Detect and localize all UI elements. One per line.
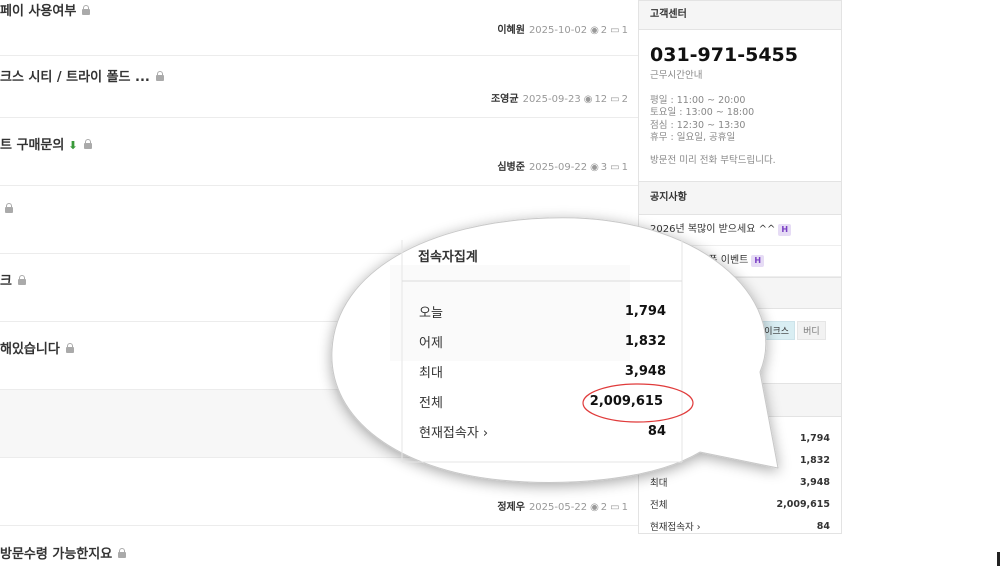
hours-line: 휴무 : 일요일, 공휴일 (650, 132, 736, 143)
zoom-stat-row: 전체 2,009,615 (419, 393, 663, 411)
customer-phone[interactable]: 031-971-5455 (639, 30, 841, 70)
visit-note: 방문전 미리 전화 부탁드립니다. (650, 154, 776, 166)
list-item[interactable]: 정제우 2025-05-22 ◉ 2 ▭ 1 (0, 458, 638, 526)
eye-icon: ◉ (590, 502, 599, 513)
zoom-current-visitors-link[interactable]: 현재접속자 › 84 (404, 416, 682, 446)
comment-count: 1 (621, 502, 628, 513)
post-meta: 정제우 2025-05-22 ◉ 2 ▭ 1 (497, 498, 628, 513)
view-count: 12 (594, 94, 608, 105)
current-visitors-link[interactable]: 현재접속자 › 84 (639, 515, 841, 537)
stat-row: 어제 1,832 (650, 454, 830, 468)
comment-icon: ▭ (610, 94, 620, 105)
hours-line: 점심 : 12:30 ~ 13:30 (650, 119, 746, 131)
eye-icon: ◉ (590, 162, 599, 173)
post-meta: 이혜원 2025-10-02 ◉ 2 ▭ 1 (497, 21, 628, 36)
comment-icon: ▭ (610, 162, 620, 173)
hours-line: 평일 : 11:00 ~ 20:00 (650, 94, 746, 106)
eye-icon: ◉ (583, 94, 593, 105)
post-title[interactable]: 크스 시티 / 트라이 폴드 ... (0, 66, 165, 85)
comment-count: 2 (621, 94, 628, 105)
stat-row: 최대 3,948 (650, 476, 830, 490)
hot-badge: H (778, 224, 792, 236)
list-item[interactable]: 페이 사용여부 이혜원 2025-10-02 ◉ 2 ▭ 1 (0, 0, 638, 56)
post-date: 2025-10-02 (528, 25, 588, 36)
post-title[interactable]: 크 (0, 270, 27, 289)
comment-icon: ▭ (610, 25, 620, 36)
post-author[interactable]: 정제우 (497, 502, 525, 513)
list-item[interactable]: 트 구매문의 ⬇ 심병준 2025-09-22 ◉ 3 ▭ 1 (0, 118, 638, 186)
post-author[interactable]: 이혜원 (497, 25, 525, 36)
zoom-title: 접속자집계 (418, 250, 478, 265)
zoom-stat-row: 어제 1,832 (419, 333, 666, 351)
download-icon: ⬇ (68, 139, 78, 152)
lock-icon (65, 343, 75, 354)
comment-count: 1 (621, 162, 628, 173)
stat-row: 전체 2,009,615 (650, 498, 830, 512)
zoom-stat-row: 오늘 1,794 (419, 303, 666, 321)
zoomed-visitor-stats: 접속자집계 오늘 1,794 어제 1,832 최대 3,948 전체 2,009,61… (404, 240, 682, 446)
post-date: 2025-09-22 (528, 162, 588, 173)
lock-icon (83, 139, 93, 150)
list-item[interactable]: 크스 시티 / 트라이 폴드 ... 조영균 2025-09-23 ◉ 12 ▭ 2 (0, 50, 638, 118)
post-date: 2025-05-22 (528, 502, 588, 513)
post-title[interactable]: 트 구매문의 ⬇ (0, 134, 93, 153)
eye-icon: ◉ (590, 25, 599, 36)
hours-title: 근무시간안내 (650, 70, 703, 81)
list-item[interactable]: 방문수령 가능한지요 (0, 526, 638, 566)
view-count: 2 (600, 502, 608, 513)
search-tag[interactable]: 매디슨 (680, 321, 718, 340)
lock-icon (81, 5, 91, 16)
lock-icon (4, 203, 14, 214)
post-title[interactable]: 해있습니다 (0, 338, 75, 357)
zoom-stat-row: 최대 3,948 (419, 363, 666, 381)
post-title[interactable] (0, 202, 14, 217)
search-tag[interactable]: 바이크스 (749, 321, 796, 340)
lock-icon (17, 275, 27, 286)
post-date: 2025-09-23 (522, 94, 581, 105)
hot-badge: H (751, 255, 765, 267)
customer-center-title: 고객센터 (639, 0, 841, 30)
search-tag[interactable]: 버디 (797, 321, 826, 340)
post-meta: 조영균 2025-09-23 ◉ 12 ▭ 2 (491, 90, 628, 105)
lock-icon (155, 71, 165, 82)
post-author[interactable]: 심병준 (497, 162, 525, 173)
comment-icon: ▭ (610, 502, 620, 513)
search-tag[interactable]: 벌타 (719, 321, 748, 340)
view-count: 3 (600, 162, 608, 173)
hours-line: 토요일 : 13:00 ~ 18:00 (650, 107, 755, 118)
comment-count: 1 (621, 25, 628, 36)
post-title[interactable]: 페이 사용여부 (0, 0, 91, 19)
notice-title: 공지사항 (639, 181, 841, 215)
view-count: 2 (600, 25, 608, 36)
search-tag[interactable]: Air (680, 349, 705, 365)
lock-icon (117, 548, 127, 559)
post-author[interactable]: 조영균 (491, 94, 519, 105)
post-meta: 심병준 2025-09-22 ◉ 3 ▭ 1 (497, 158, 628, 173)
post-title[interactable]: 방문수령 가능한지요 (0, 543, 127, 562)
